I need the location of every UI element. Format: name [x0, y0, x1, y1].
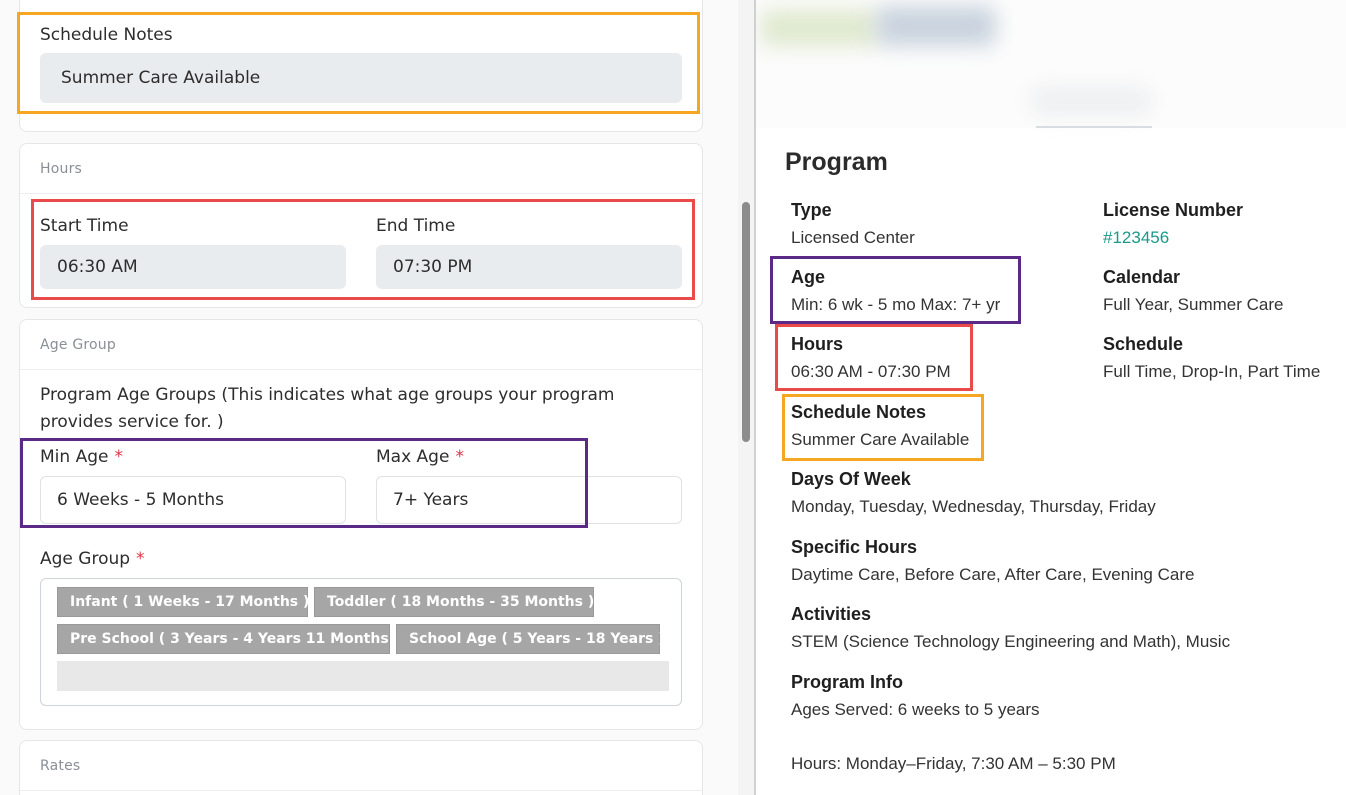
hours-card-header: Hours — [20, 144, 702, 194]
calendar-value: Full Year, Summer Care — [1103, 295, 1284, 314]
start-time-field[interactable]: 06:30 AM — [40, 245, 346, 289]
age-group-tag-infant[interactable]: Infant ( 1 Weeks - 17 Months ) — [57, 587, 309, 617]
end-time-label: End Time — [376, 216, 456, 236]
edit-form-pane: Schedule Notes Summer Care Available Hou… — [0, 0, 738, 795]
program-schedule: Schedule Full Time, Drop-In, Part Time — [1103, 333, 1320, 382]
program-age: Age Min: 6 wk - 5 mo Max: 7+ yr — [791, 266, 1000, 315]
specific-hours-label: Specific Hours — [791, 537, 918, 557]
program-info-ages: Ages Served: 6 weeks to 5 years — [791, 700, 1040, 719]
rates-card-header: Rates — [20, 741, 702, 791]
calendar-label: Calendar — [1103, 267, 1181, 287]
min-age-select[interactable]: 6 Weeks - 5 Months — [40, 476, 346, 524]
days-label: Days Of Week — [791, 469, 911, 489]
age-group-label: Age Group * — [40, 549, 145, 569]
age-group-tag-toddler[interactable]: Toddler ( 18 Months - 35 Months ) — [314, 587, 594, 617]
schedule-notes-value: Summer Care Available — [791, 430, 970, 449]
blurred-header — [756, 0, 1346, 128]
hours-value: 06:30 AM - 07:30 PM — [791, 362, 951, 381]
type-label: Type — [791, 200, 832, 220]
age-group-card-header: Age Group — [20, 320, 702, 370]
age-group-description: Program Age Groups (This indicates what … — [40, 385, 615, 432]
program-days: Days Of Week Monday, Tuesday, Wednesday,… — [791, 468, 1156, 517]
activities-label: Activities — [791, 604, 872, 624]
start-time-label: Start Time — [40, 216, 129, 236]
program-info: Program Info Ages Served: 6 weeks to 5 y… — [791, 671, 1116, 774]
license-link[interactable]: #123456 — [1103, 227, 1243, 248]
blurred-tab — [1031, 88, 1151, 114]
hours-label: Hours — [791, 334, 844, 354]
schedule-notes-heading: Schedule Notes — [791, 402, 927, 422]
required-marker: * — [455, 447, 464, 467]
max-age-select[interactable]: 7+ Years — [376, 476, 682, 524]
max-age-label: Max Age * — [376, 447, 464, 467]
program-activities: Activities STEM (Science Technology Engi… — [791, 603, 1230, 652]
activities-value: STEM (Science Technology Engineering and… — [791, 632, 1231, 651]
program-schedule-notes: Schedule Notes Summer Care Available — [791, 401, 969, 450]
blurred-logo-right — [876, 6, 996, 46]
program-preview-pane: Program Type Licensed Center License Num… — [756, 0, 1346, 795]
blurred-logo-left — [760, 10, 880, 46]
program-calendar: Calendar Full Year, Summer Care — [1103, 266, 1283, 315]
min-age-label: Min Age * — [40, 447, 123, 467]
schedule-value: Full Time, Drop-In, Part Time — [1103, 362, 1321, 381]
age-group-multiselect[interactable]: Infant ( 1 Weeks - 17 Months ) Toddler (… — [40, 578, 682, 706]
type-value: Licensed Center — [791, 228, 915, 247]
schedule-notes-label: Schedule Notes — [40, 25, 173, 45]
program-info-label: Program Info — [791, 672, 904, 692]
schedule-label: Schedule — [1103, 334, 1184, 354]
program-hours: Hours 06:30 AM - 07:30 PM — [791, 333, 951, 382]
age-group-tag-school-age[interactable]: School Age ( 5 Years - 18 Years ) — [396, 624, 665, 654]
blurred-underline — [1036, 126, 1152, 128]
days-value: Monday, Tuesday, Wednesday, Thursday, Fr… — [791, 497, 1156, 516]
license-label: License Number — [1103, 200, 1244, 220]
program-title: Program — [785, 148, 888, 176]
age-value: Min: 6 wk - 5 mo Max: 7+ yr — [791, 295, 1001, 314]
age-label: Age — [791, 267, 826, 287]
rates-card: Rates — [19, 740, 703, 795]
required-marker: * — [136, 549, 145, 569]
specific-hours-value: Daytime Care, Before Care, After Care, E… — [791, 565, 1195, 584]
program-type: Type Licensed Center — [791, 199, 915, 248]
required-marker: * — [114, 447, 123, 467]
age-group-tag-preschool[interactable]: Pre School ( 3 Years - 4 Years 11 Months… — [57, 624, 400, 654]
program-specific-hours: Specific Hours Daytime Care, Before Care… — [791, 536, 1194, 585]
program-license: License Number #123456 — [1103, 199, 1243, 248]
scrollbar-thumb[interactable] — [742, 202, 750, 442]
schedule-notes-field[interactable]: Summer Care Available — [40, 53, 682, 103]
end-time-field[interactable]: 07:30 PM — [376, 245, 682, 289]
program-info-hours: Hours: Monday–Friday, 7:30 AM – 5:30 PM — [791, 754, 1116, 773]
age-group-search-input[interactable] — [57, 661, 669, 691]
schedule-notes-card: Schedule Notes Summer Care Available — [19, 0, 703, 132]
